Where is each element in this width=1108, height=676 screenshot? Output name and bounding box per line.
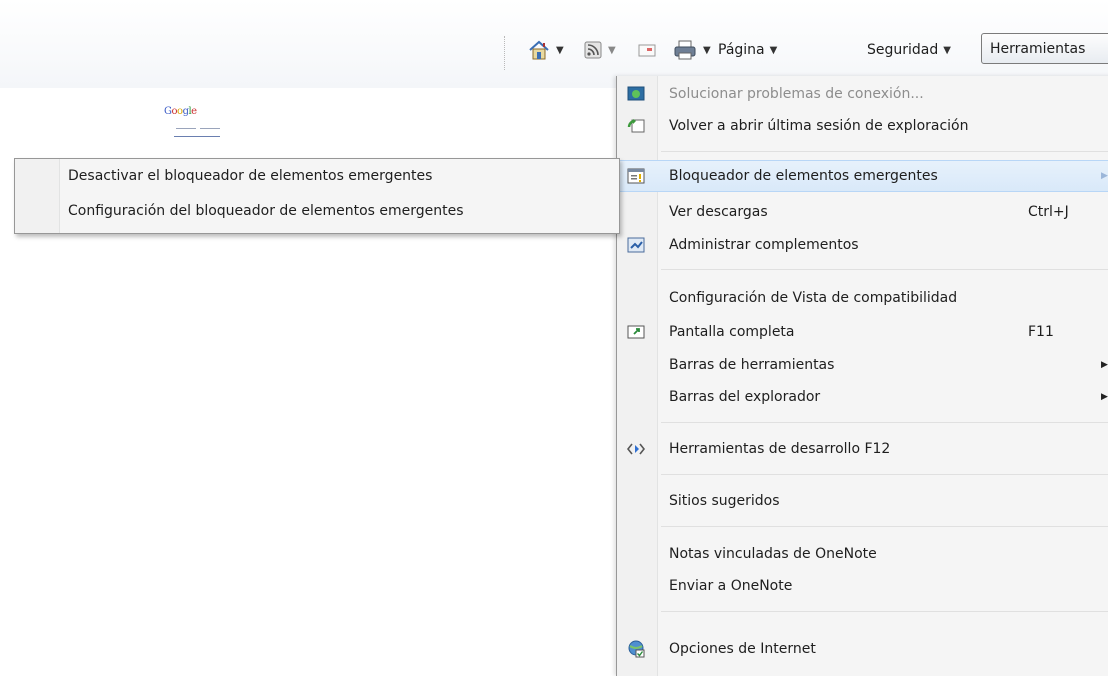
menu-item-label: Barras de herramientas xyxy=(669,357,835,373)
menu-item-label: Herramientas de desarrollo F12 xyxy=(669,441,891,457)
fullscreen-icon xyxy=(627,325,645,339)
chevron-down-icon: ▼ xyxy=(769,44,778,56)
read-mail-button[interactable] xyxy=(638,38,656,62)
toolbar-separator xyxy=(504,36,505,70)
submenu-item-turn-off-popup-blocker[interactable]: Desactivar el bloqueador de elementos em… xyxy=(68,168,432,184)
command-bar: ▼ ▼ ▼ Página ▼ Seguridad ▼ Herramientas xyxy=(0,0,1108,88)
menu-item-toolbars[interactable]: Barras de herramientas ▶ xyxy=(617,349,1108,381)
menu-item-label: Enviar a OneNote xyxy=(669,578,793,594)
thumbnail-line xyxy=(176,128,196,129)
menu-item-label: Volver a abrir última sesión de explorac… xyxy=(669,118,969,134)
rss-feed-icon xyxy=(584,41,602,59)
manage-addons-icon xyxy=(627,237,645,253)
menu-separator xyxy=(661,474,1108,475)
home-button[interactable]: ▼ xyxy=(528,38,564,62)
feeds-dropdown-arrow[interactable]: ▼ xyxy=(608,45,616,56)
internet-options-icon xyxy=(628,640,645,658)
menu-item-send-to-onenote[interactable]: Enviar a OneNote xyxy=(617,570,1108,602)
read-mail-icon xyxy=(638,44,656,57)
menu-item-reopen-session[interactable]: Volver a abrir última sesión de explorac… xyxy=(617,110,1108,142)
connection-troubleshoot-icon xyxy=(627,86,645,101)
reopen-session-icon xyxy=(627,119,645,133)
menu-item-label: Opciones de Internet xyxy=(669,641,816,657)
menu-item-label: Notas vinculadas de OneNote xyxy=(669,546,877,562)
menu-item-label: Sitios sugeridos xyxy=(669,493,780,509)
submenu-arrow-icon: ▶ xyxy=(1101,171,1108,181)
menu-item-label: Pantalla completa xyxy=(669,324,795,340)
chevron-down-icon: ▼ xyxy=(943,44,951,56)
submenu-icon-gutter xyxy=(15,159,60,233)
page-menu-label: Página xyxy=(718,42,765,58)
menu-item-label: Solucionar problemas de conexión... xyxy=(669,86,924,102)
menu-separator xyxy=(661,526,1108,527)
submenu-arrow-icon: ▶ xyxy=(1101,392,1108,402)
page-menu-button[interactable]: Página ▼ xyxy=(718,38,777,62)
tools-menu-button[interactable]: Herramientas xyxy=(981,33,1108,64)
home-icon xyxy=(529,40,549,60)
menu-item-label: Bloqueador de elementos emergentes xyxy=(669,168,938,184)
google-page-thumbnail[interactable]: Google xyxy=(164,106,224,146)
menu-item-explorer-bars[interactable]: Barras del explorador ▶ xyxy=(617,381,1108,413)
home-dropdown-arrow[interactable]: ▼ xyxy=(556,45,564,56)
menu-item-internet-options[interactable]: Opciones de Internet xyxy=(617,633,1108,665)
menu-item-compatibility-view-settings[interactable]: Configuración de Vista de compatibilidad xyxy=(617,282,1108,314)
print-button[interactable]: ▼ xyxy=(673,38,711,62)
menu-item-label: Configuración de Vista de compatibilidad xyxy=(669,290,958,306)
menu-item-shortcut: F11 xyxy=(1028,324,1054,340)
menu-separator xyxy=(661,611,1108,612)
menu-item-onenote-linked-notes[interactable]: Notas vinculadas de OneNote xyxy=(617,538,1108,570)
menu-item-manage-addons[interactable]: Administrar complementos xyxy=(617,229,1108,261)
menu-item-label: Ver descargas xyxy=(669,204,768,220)
popup-blocker-submenu: Desactivar el bloqueador de elementos em… xyxy=(14,158,620,234)
safety-menu-button[interactable]: Seguridad ▼ xyxy=(867,38,951,62)
menu-separator xyxy=(661,422,1108,423)
menu-item-fix-connection[interactable]: Solucionar problemas de conexión... xyxy=(617,78,1108,110)
feeds-button[interactable]: ▼ xyxy=(584,38,616,62)
submenu-item-popup-blocker-settings[interactable]: Configuración del bloqueador de elemento… xyxy=(68,203,464,219)
developer-tools-icon xyxy=(627,443,645,455)
thumbnail-line xyxy=(174,136,220,137)
menu-separator xyxy=(661,269,1108,270)
google-logo: Google xyxy=(164,106,197,117)
printer-icon xyxy=(674,40,696,60)
popup-blocker-icon xyxy=(627,168,645,184)
tools-menu-label: Herramientas xyxy=(990,40,1086,57)
submenu-arrow-icon: ▶ xyxy=(1101,360,1108,370)
print-dropdown-arrow[interactable]: ▼ xyxy=(703,45,711,56)
menu-item-fullscreen[interactable]: Pantalla completa F11 xyxy=(617,316,1108,348)
menu-item-view-downloads[interactable]: Ver descargas Ctrl+J xyxy=(617,196,1108,228)
tools-dropdown-menu: Solucionar problemas de conexión... Volv… xyxy=(616,76,1108,676)
menu-item-suggested-sites[interactable]: Sitios sugeridos xyxy=(617,485,1108,517)
menu-item-label: Barras del explorador xyxy=(669,389,821,405)
menu-item-label: Administrar complementos xyxy=(669,237,859,253)
menu-item-shortcut: Ctrl+J xyxy=(1028,204,1069,220)
menu-separator xyxy=(661,151,1108,152)
menu-item-popup-blocker[interactable]: Bloqueador de elementos emergentes ▶ xyxy=(617,160,1108,192)
thumbnail-line xyxy=(200,128,220,129)
safety-menu-label: Seguridad xyxy=(867,42,939,58)
menu-item-developer-tools[interactable]: Herramientas de desarrollo F12 xyxy=(617,433,1108,465)
